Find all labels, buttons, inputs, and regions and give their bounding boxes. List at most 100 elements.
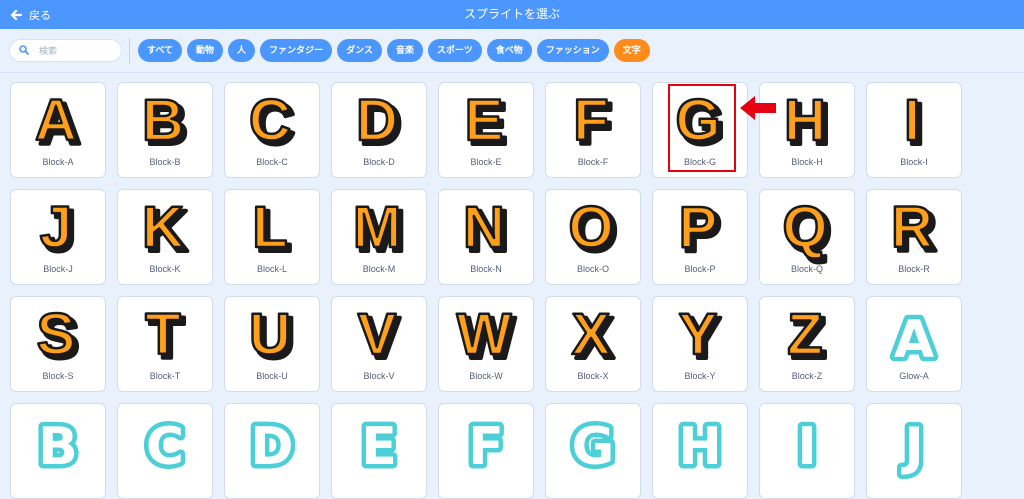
svg-text:C: C [249,88,291,153]
sprite-letter-icon: GG [653,87,747,159]
svg-text:I: I [904,88,920,153]
category-tags: すべて 動物人ファンタジー ダンス 音楽 スポーツ 食べ物 ファッション 文字 [138,39,650,62]
sprite-tile[interactable]: L L Block-L [224,189,320,285]
sprite-letter-icon: I [760,410,854,482]
sprite-tile[interactable]: C C Block-C [224,82,320,178]
sprite-tile[interactable]: J J Block-J [10,189,106,285]
svg-text:C: C [146,417,184,477]
sprite-tile[interactable]: R R Block-R [866,189,962,285]
filter-bar: すべて動物人ファンタジーダンス音楽スポーツ食べ物ファッション文字 [0,29,1024,73]
category-tag[interactable]: ファッション [536,39,609,62]
svg-text:P: P [679,195,718,260]
sprite-tile[interactable]: U U Block-U [224,296,320,392]
sprite-letter-icon: LL [225,194,319,266]
sprite-tile[interactable]: E E Block-E [438,82,534,178]
sprite-tile[interactable]: N N Block-N [438,189,534,285]
search-box[interactable] [9,39,122,62]
svg-text:F: F [573,88,608,153]
sprite-name: Block-D [363,157,395,167]
svg-text:E: E [361,417,397,477]
sprite-tile[interactable]: A A Block-A [10,82,106,178]
sprite-tile[interactable]: T T Block-T [117,296,213,392]
sprite-tile[interactable]: F F Block-F [545,82,641,178]
sprite-letter-icon: HH [760,87,854,159]
svg-text:F: F [468,417,504,477]
sprite-letter-icon: KK [118,194,212,266]
sprite-tile[interactable]: B [10,403,106,499]
sprite-name: Block-B [149,157,181,167]
search-icon [10,42,29,60]
sprite-name: Block-P [684,264,716,274]
sprite-tile[interactable]: S S Block-S [10,296,106,392]
sprite-name: Block-M [362,264,396,274]
category-tag[interactable]: 音楽 [386,39,423,62]
sprite-tile[interactable]: D [224,403,320,499]
sprite-name: Block-Y [684,371,716,381]
sprite-tile[interactable]: Y Y Block-Y [652,296,748,392]
svg-text:Y: Y [679,302,718,367]
category-tag[interactable]: 文字 [613,39,650,62]
category-tag[interactable]: 食べ物 [486,39,532,62]
category-tag[interactable]: スポーツ [427,39,482,62]
sprite-name: Block-G [683,157,716,167]
sprite-letter-icon: E [332,410,426,482]
svg-text:K: K [142,195,184,260]
category-tag[interactable]: ダンス [337,39,382,62]
sprite-name: Block-O [576,264,609,274]
sprite-tile[interactable]: C [117,403,213,499]
svg-text:V: V [358,302,397,367]
svg-text:L: L [252,195,287,260]
sprite-tile[interactable]: P P Block-P [652,189,748,285]
sprite-name: Block-S [42,371,74,381]
sprite-name: Block-I [900,157,928,167]
search-input[interactable] [37,44,111,57]
sprite-tile[interactable]: V V Block-V [331,296,427,392]
sprite-letter-icon: EE [439,87,533,159]
sprite-tile[interactable]: F [438,403,534,499]
category-tag[interactable]: すべて [138,39,183,62]
sprite-letter-icon: F [439,410,533,482]
category-tag[interactable]: 動物 [187,39,224,62]
sprite-tile[interactable]: I [759,403,855,499]
svg-text:W: W [457,302,512,367]
category-tag[interactable]: 人 [228,39,256,62]
sprite-tile[interactable]: X X Block-X [545,296,641,392]
sprite-name: Block-Z [791,371,823,381]
sprite-tile[interactable]: G G Block-G [652,82,748,178]
sprite-tile[interactable]: E [331,403,427,499]
svg-text:D: D [250,417,293,477]
sprite-letter-icon: YY [653,301,747,373]
svg-text:G: G [675,88,720,153]
sprite-tile[interactable]: Q Q Block-Q [759,189,855,285]
sprite-name: Block-V [363,371,395,381]
sprite-letter-icon: D [225,410,319,482]
svg-text:A: A [35,88,77,153]
sprite-tile[interactable]: H [652,403,748,499]
divider [129,38,130,64]
sprite-tile[interactable]: D D Block-D [331,82,427,178]
sprite-tile[interactable]: W W Block-W [438,296,534,392]
sprite-letter-icon: G [546,410,640,482]
sprite-tile[interactable]: G [545,403,641,499]
sprite-tile[interactable]: O O Block-O [545,189,641,285]
sprite-tile[interactable]: I I Block-I [866,82,962,178]
sprite-tile[interactable]: A Glow-A [866,296,962,392]
sprite-tile[interactable]: K K Block-K [117,189,213,285]
svg-text:Q: Q [782,195,827,260]
sprite-tile[interactable]: B B Block-B [117,82,213,178]
sprite-name: Block-F [577,157,609,167]
sprite-letter-icon: A [867,303,961,375]
sprite-tile[interactable]: H H Block-H [759,82,855,178]
sprite-name: Block-Q [790,264,823,274]
svg-text:H: H [678,417,722,477]
page-title: スプライトを選ぶ [463,7,560,21]
sprite-tile[interactable]: J [866,403,962,499]
category-tag[interactable]: ファンタジー [260,39,333,62]
sprite-letter-icon: FF [546,87,640,159]
sprite-tile[interactable]: Z Z Block-Z [759,296,855,392]
sprite-name: Block-U [256,371,288,381]
sprite-letter-icon: II [867,87,961,159]
sprite-tile[interactable]: M M Block-M [331,189,427,285]
sprite-letter-icon: XX [546,301,640,373]
sprite-name: Block-N [470,264,502,274]
